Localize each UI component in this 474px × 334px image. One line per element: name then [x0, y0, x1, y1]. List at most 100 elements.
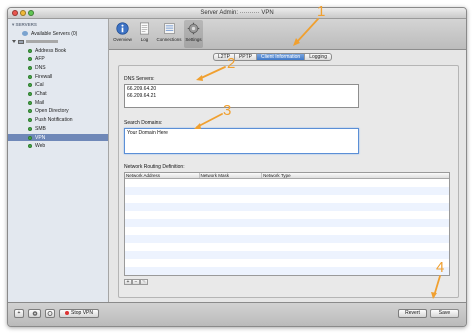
add-server-button[interactable]: +	[14, 309, 24, 318]
toolbar-overview-button[interactable]: Overview	[113, 20, 132, 48]
window-title: Server Admin: ·········· VPN	[200, 10, 274, 16]
sidebar-item-label: AFP	[35, 56, 45, 63]
sidebar-item-open-directory[interactable]: Open Directory	[8, 108, 108, 115]
title-bar: Server Admin: ·········· VPN	[8, 8, 466, 19]
status-dot-icon	[28, 92, 32, 96]
status-dot-icon	[28, 135, 32, 140]
annotation-number-1: 1	[317, 3, 326, 20]
sidebar-item-vpn[interactable]: VPN	[8, 134, 108, 141]
servers-header: ▾ SERVERS	[12, 22, 37, 27]
server-icon	[18, 39, 24, 44]
table-row[interactable]	[125, 251, 449, 259]
settings-icon	[187, 22, 200, 35]
dns-servers-field[interactable]: 66.209.64.20 66.209.64.21	[124, 84, 359, 108]
sidebar-item-label: Firewall	[35, 73, 53, 80]
server-admin-window: Server Admin: ·········· VPN ▾ SERVERS A…	[7, 7, 467, 327]
search-domains-field[interactable]: Your Domain Here	[124, 128, 359, 154]
remove-route-button[interactable]: −	[132, 279, 140, 285]
sidebar-item-address-book[interactable]: Address Book	[8, 47, 108, 54]
revert-label: Revert	[405, 310, 420, 316]
table-row[interactable]	[125, 267, 449, 275]
sidebar-item-smb[interactable]: SMB	[8, 125, 108, 132]
sidebar-item-label: Open Directory	[35, 108, 69, 115]
table-row[interactable]	[125, 187, 449, 195]
sidebar-item-ical[interactable]: iCal	[8, 82, 108, 89]
search-domains-label: Search Domains:	[124, 120, 163, 126]
sidebar-item-web[interactable]: Web	[8, 143, 108, 150]
status-dot-icon	[28, 48, 32, 53]
tab-pptp[interactable]: PPTP	[235, 54, 258, 60]
toolbar-settings-button[interactable]: Settings	[184, 20, 203, 48]
annotation-number-4: 4	[436, 259, 445, 276]
status-dot-icon	[28, 100, 32, 105]
table-row[interactable]	[125, 179, 449, 187]
table-row[interactable]	[125, 219, 449, 227]
column-header-network-type[interactable]: Network Type	[262, 173, 449, 178]
table-row[interactable]	[125, 211, 449, 219]
sidebar-item-label: SMB	[35, 125, 46, 132]
toolbar-connections-button[interactable]: Connections	[156, 20, 182, 48]
status-dot-icon	[28, 118, 32, 123]
stop-vpn-button[interactable]: Stop VPN	[59, 309, 99, 318]
stop-vpn-label: Stop VPN	[71, 310, 93, 316]
disclosure-triangle-icon[interactable]	[12, 40, 16, 43]
toolbar: Overview Log Connections Settings	[109, 19, 466, 50]
dns-servers-label: DNS Servers:	[124, 76, 155, 82]
sidebar-item-label: Push Notification	[35, 117, 73, 124]
toolbar-label: Log	[140, 37, 149, 42]
sidebar-item-label: VPN	[35, 134, 46, 141]
edit-route-button[interactable]: ✎	[140, 279, 148, 285]
sidebar-item-label: iChat	[35, 91, 47, 97]
sidebar-item-label: Address Book	[35, 47, 67, 54]
status-dot-icon	[28, 65, 32, 70]
routing-table[interactable]: Network Address Network Mask Network Typ…	[124, 172, 450, 276]
sidebar-item-dns[interactable]: DNS	[8, 64, 108, 71]
action-gear-button[interactable]	[28, 309, 41, 318]
table-row[interactable]	[125, 195, 449, 203]
add-route-button[interactable]: +	[124, 279, 132, 285]
bottom-bar: + Stop VPN Revert Save	[8, 302, 466, 326]
sidebar-item-firewall[interactable]: Firewall	[8, 73, 108, 80]
sidebar-item-afp[interactable]: AFP	[8, 56, 108, 63]
status-dot-icon	[28, 57, 32, 62]
sidebar-item-available-servers[interactable]: Available Servers (0)	[8, 30, 108, 37]
gear-icon	[32, 311, 37, 316]
status-dot-icon	[28, 126, 32, 131]
table-row[interactable]	[125, 203, 449, 211]
column-header-network-mask[interactable]: Network Mask	[200, 173, 263, 178]
sidebar-item-label: Mail	[35, 99, 45, 106]
dns-server-line: 66.209.64.21	[127, 92, 157, 99]
toolbar-label: Overview	[113, 37, 132, 42]
column-header-network-address[interactable]: Network Address	[125, 173, 200, 178]
stop-vpn-icon	[65, 310, 70, 315]
sidebar-item-label: Web	[35, 143, 46, 150]
status-dot-icon	[28, 74, 32, 79]
toolbar-log-button[interactable]: Log	[135, 20, 154, 48]
routing-definition-label: Network Routing Definition:	[124, 164, 185, 170]
table-row[interactable]	[125, 235, 449, 243]
info-icon	[116, 22, 129, 35]
table-row[interactable]	[125, 243, 449, 251]
status-dot-icon	[28, 144, 32, 149]
toolbar-label: Connections	[156, 37, 182, 42]
refresh-button[interactable]	[45, 309, 55, 318]
sidebar-item-label: DNS	[35, 64, 46, 71]
client-information-panel: DNS Servers: 66.209.64.20 66.209.64.21 S…	[118, 65, 459, 298]
search-domain-value: Your Domain Here	[127, 130, 168, 136]
sidebar-item-label: iCal	[35, 82, 44, 89]
main-content: L2TP PPTP Client Information Logging DNS…	[109, 50, 466, 302]
annotation-number-3: 3	[223, 102, 232, 119]
sidebar-item-server[interactable]	[8, 38, 108, 45]
save-label: Save	[438, 310, 451, 316]
globe-icon	[22, 31, 28, 36]
save-button[interactable]: Save	[430, 309, 459, 318]
table-row[interactable]	[125, 259, 449, 267]
sidebar-item-mail[interactable]: Mail	[8, 99, 108, 106]
table-row[interactable]	[125, 227, 449, 235]
tab-client-information[interactable]: Client Information	[257, 54, 306, 60]
sidebar-item-push-notification[interactable]: Push Notification	[8, 117, 108, 124]
sidebar-item-ichat[interactable]: iChat	[8, 91, 108, 98]
connections-icon	[163, 23, 175, 34]
revert-button[interactable]: Revert	[398, 309, 427, 318]
tab-logging[interactable]: Logging	[305, 54, 331, 60]
